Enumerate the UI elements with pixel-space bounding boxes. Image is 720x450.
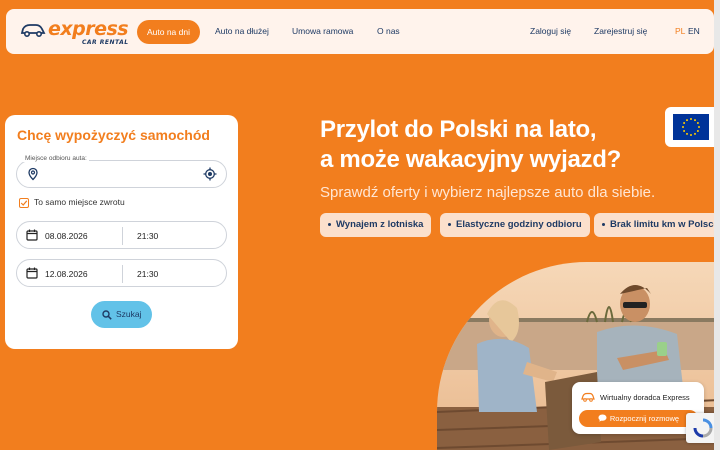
hero-subtitle: Sprawdź oferty i wybierz najlepsze auto … [320, 184, 656, 201]
pickup-date[interactable]: 08.08.2026 [45, 222, 88, 250]
pickup-datetime-field[interactable]: 08.08.2026 21:30 [16, 221, 227, 249]
divider [122, 265, 123, 283]
hero-title-line2: a może wakacyjny wyjazd? [320, 146, 621, 173]
page-scrollbar[interactable] [714, 0, 720, 450]
pickup-time[interactable]: 21:30 [137, 222, 158, 250]
checkmark-icon [20, 200, 28, 206]
chat-widget: Wirtualny doradca Express Rozpocznij roz… [572, 382, 704, 434]
divider [122, 227, 123, 245]
chat-title: Wirtualny doradca Express [600, 393, 690, 402]
start-chat-button[interactable]: Rozpocznij rozmowę [579, 410, 698, 427]
search-button[interactable]: Szukaj [91, 301, 152, 328]
brand-tagline: CAR RENTAL [82, 39, 129, 46]
nav-auto-na-dluzej[interactable]: Auto na dłużej [215, 9, 269, 54]
feature-airport: Wynajem z lotniska [336, 219, 424, 230]
car-logo-icon [20, 24, 46, 37]
nav-umowa-ramowa[interactable]: Umowa ramowa [292, 9, 353, 54]
brand-name: express [48, 18, 129, 40]
bullet-icon [602, 222, 605, 226]
map-pin-icon [28, 167, 38, 181]
register-link[interactable]: Zarejestruj się [594, 9, 647, 54]
nav-auto-na-dni[interactable]: Auto na dni [137, 20, 200, 44]
start-chat-label: Rozpocznij rozmowę [609, 414, 680, 423]
pickup-label: Miejsce odbioru auta: [23, 155, 89, 162]
hero-title-line1: Przylot do Polski na lato, [320, 116, 597, 143]
feature-pill: Elastyczne godziny odbioru [440, 213, 590, 237]
lang-pl[interactable]: PL [675, 9, 685, 54]
lang-en[interactable]: EN [688, 9, 700, 54]
pickup-location-input[interactable] [16, 160, 227, 188]
recaptcha-icon [693, 418, 713, 438]
return-time[interactable]: 21:30 [137, 260, 158, 288]
eu-badge[interactable] [665, 107, 715, 147]
logo[interactable]: express CAR RENTAL [20, 18, 130, 46]
search-label: Szukaj [116, 309, 142, 319]
feature-no-limit: Brak limitu km w Polsce [610, 219, 714, 230]
nav-o-nas[interactable]: O nas [377, 9, 400, 54]
same-return-checkbox[interactable] [19, 198, 29, 208]
same-return-label: To samo miejsce zwrotu [34, 197, 125, 207]
header: express CAR RENTAL Auto na dni Auto na d… [6, 9, 714, 54]
bullet-icon [448, 222, 451, 226]
car-icon [581, 392, 595, 402]
return-date[interactable]: 12.08.2026 [45, 260, 88, 288]
login-link[interactable]: Zaloguj się [530, 9, 571, 54]
bullet-icon [328, 222, 331, 226]
feature-pill: Brak limitu km w Polsce [594, 213, 714, 237]
eu-flag-icon [673, 114, 709, 140]
search-icon [102, 310, 112, 320]
feature-hours: Elastyczne godziny odbioru [456, 219, 582, 230]
chat-bubble-icon [598, 414, 607, 422]
locate-me-icon[interactable] [203, 167, 217, 181]
booking-card: Chcę wypożyczyć samochód Miejsce odbioru… [5, 115, 238, 349]
booking-title: Chcę wypożyczyć samochód [17, 127, 210, 143]
calendar-icon [26, 229, 38, 241]
feature-pill: Wynajem z lotniska [320, 213, 432, 237]
return-datetime-field[interactable]: 12.08.2026 21:30 [16, 259, 227, 287]
calendar-icon [26, 267, 38, 279]
